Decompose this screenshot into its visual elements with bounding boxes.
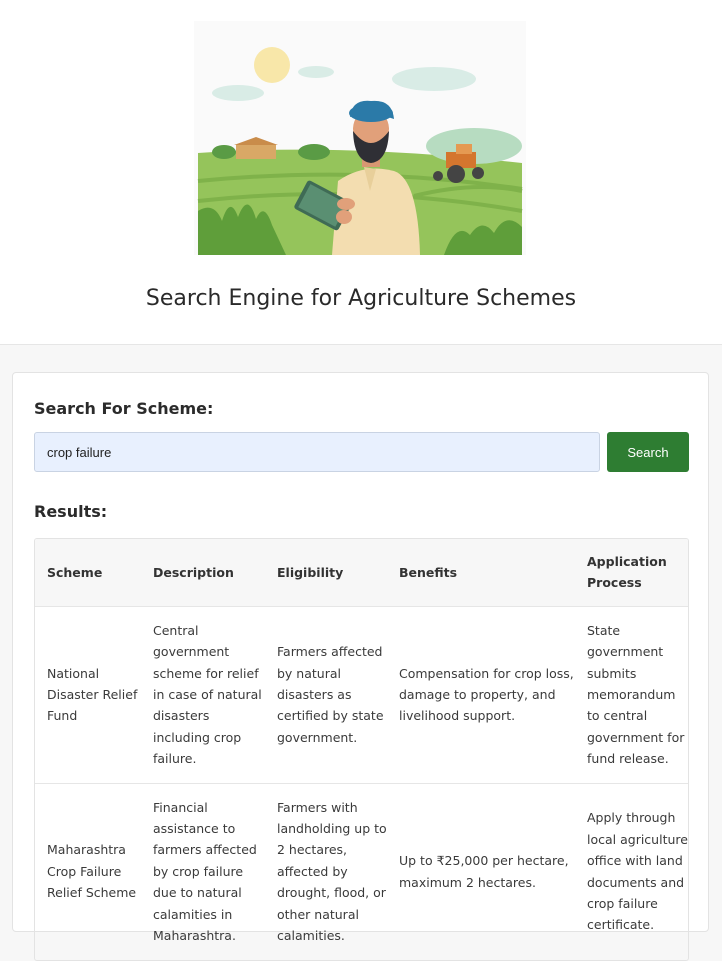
column-header-scheme: Scheme	[47, 564, 103, 580]
search-label: Search For Scheme:	[34, 399, 214, 418]
results-table: Scheme Description Eligibility Benefits …	[35, 539, 688, 960]
table-header-row: Scheme Description Eligibility Benefits …	[35, 539, 688, 607]
cell-application: State government submits memorandum to c…	[575, 605, 688, 784]
cell-application: Apply through local agriculture office w…	[575, 782, 688, 960]
search-button[interactable]: Search	[607, 432, 689, 472]
search-input[interactable]	[34, 432, 600, 472]
cell-eligibility: Farmers affected by natural disasters as…	[265, 605, 387, 784]
cell-benefits: Up to ₹25,000 per hectare, maximum 2 hec…	[387, 782, 575, 960]
cell-benefits: Compensation for crop loss, damage to pr…	[387, 605, 575, 784]
results-table-container: Scheme Description Eligibility Benefits …	[34, 538, 689, 961]
cell-scheme: Maharashtra Crop Failure Relief Scheme	[35, 782, 141, 960]
column-header-benefits: Benefits	[399, 564, 458, 580]
cell-eligibility: Farmers with landholding up to 2 hectare…	[265, 782, 387, 960]
table-row: Maharashtra Crop Failure Relief Scheme F…	[35, 782, 688, 960]
results-label: Results:	[34, 502, 108, 521]
cell-scheme: National Disaster Relief Fund	[35, 605, 141, 784]
table-row: National Disaster Relief Fund Central go…	[35, 605, 688, 784]
column-header-eligibility: Eligibility	[277, 564, 344, 580]
page-title: Search Engine for Agriculture Schemes	[145, 286, 577, 311]
cell-description: Central government scheme for relief in …	[141, 605, 265, 784]
column-header-application-process: Application Process	[587, 554, 667, 591]
search-card: Search For Scheme: Search Results: Schem…	[12, 372, 709, 961]
header-section: Search Engine for Agriculture Schemes	[0, 0, 722, 345]
column-header-description: Description	[153, 564, 234, 580]
cell-description: Financial assistance to farmers affected…	[141, 782, 265, 960]
farmer-illustration	[194, 21, 526, 255]
